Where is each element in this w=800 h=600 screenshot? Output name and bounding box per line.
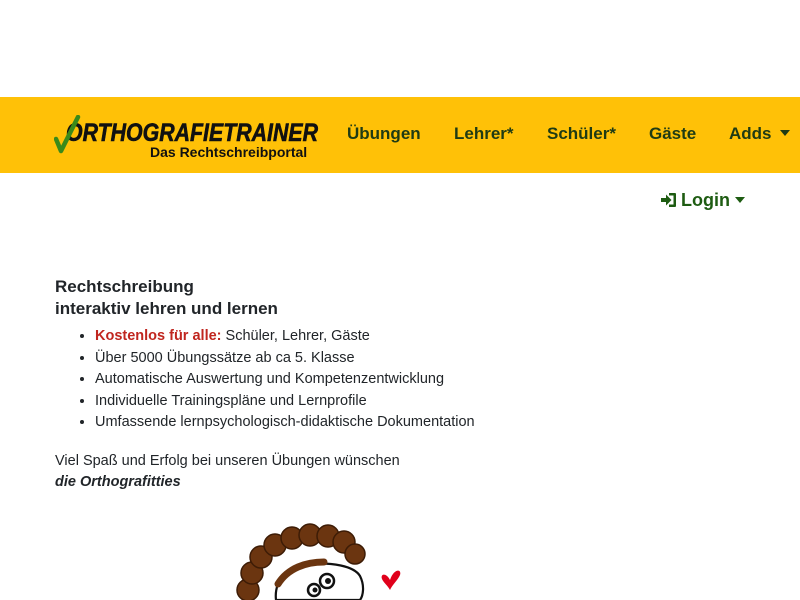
list-item: Automatische Auswertung und Kompetenzent… xyxy=(95,369,755,391)
brand-link[interactable]: ORTHOGRAFIETRAINER Das Rechtschreibporta… xyxy=(54,115,320,163)
mascot-illustration xyxy=(236,523,401,600)
caret-down-icon xyxy=(779,130,790,136)
greeting-text: Viel Spaß und Erfolg bei unseren Übungen… xyxy=(55,452,400,469)
mascot-pupil-left xyxy=(325,578,331,584)
nav-item-gaeste[interactable]: Gäste xyxy=(649,124,696,144)
heading-line-2: interaktiv lehren und lernen xyxy=(55,299,278,318)
feature-list: Kostenlos für alle: Schüler, Lehrer, Gäs… xyxy=(55,326,755,434)
login-dropdown[interactable]: Login xyxy=(660,190,745,211)
caret-down-icon xyxy=(734,197,745,203)
nav-item-schueler[interactable]: Schüler* xyxy=(547,124,616,144)
nav-item-adds-label: Adds xyxy=(729,124,772,143)
top-whitespace xyxy=(0,0,800,97)
nav-item-adds-dropdown[interactable]: Adds xyxy=(729,124,790,144)
list-item: Umfassende lernpsychologisch-didaktische… xyxy=(95,412,755,434)
feature-highlight: Kostenlos für alle: xyxy=(95,328,222,344)
login-label: Login xyxy=(681,190,730,210)
list-item: Kostenlos für alle: Schüler, Lehrer, Gäs… xyxy=(95,326,755,348)
nav-item-lehrer[interactable]: Lehrer* xyxy=(454,124,514,144)
brand-subtitle: Das Rechtschreibportal xyxy=(150,144,308,160)
heading-line-1: Rechtschreibung xyxy=(55,277,194,296)
list-item: Individuelle Trainingspläne und Lernprof… xyxy=(95,391,755,413)
page-heading: Rechtschreibung interaktiv lehren und le… xyxy=(55,276,755,320)
logo-wordmark: ORTHOGRAFIETRAINER xyxy=(66,119,318,147)
main-navbar: ORTHOGRAFIETRAINER Das Rechtschreibporta… xyxy=(0,97,800,173)
heart-icon xyxy=(381,570,401,590)
main-content: Rechtschreibung interaktiv lehren und le… xyxy=(55,276,755,493)
sign-in-icon xyxy=(661,193,676,207)
feature-text: Schüler, Lehrer, Gäste xyxy=(221,328,370,344)
mascot-pupil-right xyxy=(312,587,318,593)
nav-item-uebungen[interactable]: Übungen xyxy=(347,124,421,144)
list-item: Über 5000 Übungssätze ab ca 5. Klasse xyxy=(95,348,755,370)
signature-text: die Orthografitties xyxy=(55,473,181,490)
